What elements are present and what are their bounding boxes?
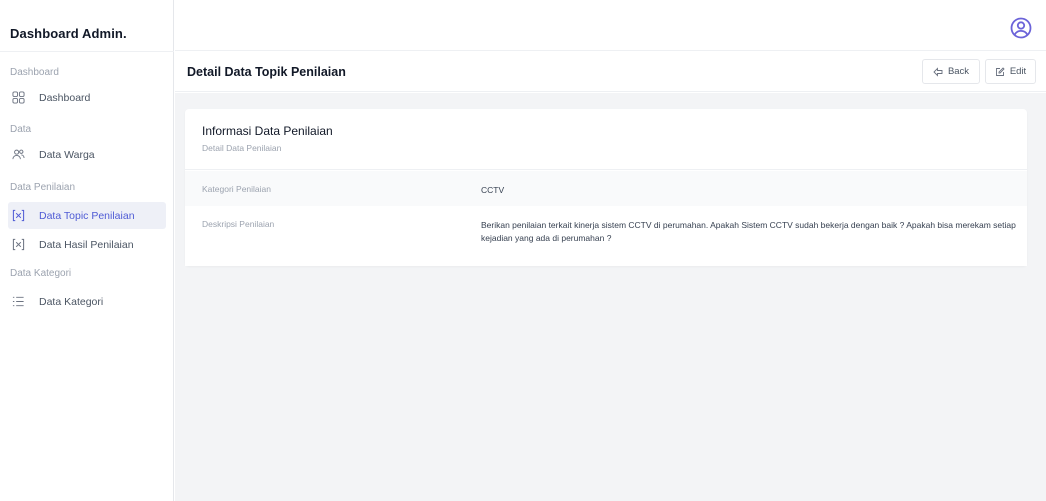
edit-button[interactable]: Edit	[985, 59, 1036, 84]
back-button[interactable]: Back	[922, 59, 980, 84]
row-value: Berikan penilaian terkait kinerja sistem…	[481, 220, 1016, 243]
bracket-x-icon	[11, 209, 25, 223]
divider	[0, 51, 174, 52]
sidebar-item-data-warga[interactable]: Data Warga	[8, 141, 166, 168]
card-header: Informasi Data Penilaian Detail Data Pen…	[185, 109, 1027, 170]
sidebar-item-label: Dashboard	[39, 91, 91, 104]
detail-row: Deskripsi Penilaian Berikan penilaian te…	[185, 206, 1027, 266]
edit-icon	[995, 66, 1005, 76]
bracket-x-icon	[11, 238, 25, 252]
sidebar-item-data-topic-penilaian[interactable]: Data Topic Penilaian	[8, 202, 166, 229]
back-arrow-icon	[933, 66, 943, 77]
sidebar-item-label: Data Kategori	[39, 295, 104, 308]
main-content: Informasi Data Penilaian Detail Data Pen…	[175, 93, 1046, 501]
sidebar-item-label: Data Warga	[39, 148, 95, 161]
sidebar-item-data-hasil-penilaian[interactable]: Data Hasil Penilaian	[8, 231, 166, 258]
detail-card: Informasi Data Penilaian Detail Data Pen…	[185, 109, 1027, 266]
sidebar-item-data-kategori[interactable]: Data Kategori	[8, 288, 166, 315]
list-icon	[11, 295, 25, 309]
row-value: CCTV	[481, 185, 505, 195]
sidebar: Dashboard Admin. Dashboard Dashboard Dat…	[0, 0, 174, 501]
grid-icon	[11, 91, 25, 105]
back-label: Back	[947, 66, 970, 77]
detail-row: Kategori Penilaian CCTV	[185, 171, 1027, 206]
sidebar-item-dashboard[interactable]: Dashboard	[8, 84, 166, 111]
edit-label: Edit	[1009, 66, 1027, 77]
section-data-title: Data	[10, 124, 32, 135]
card-title: Informasi Data Penilaian	[202, 124, 333, 138]
section-dashboard-title: Dashboard	[10, 67, 59, 78]
sidebar-item-label: Data Topic Penilaian	[39, 209, 135, 222]
row-label: Kategori Penilaian	[202, 184, 271, 194]
page-header: Detail Data Topik Penilaian Back Edit	[175, 52, 1046, 92]
page-title: Detail Data Topik Penilaian	[187, 65, 346, 79]
sidebar-item-label: Data Hasil Penilaian	[39, 238, 134, 251]
users-icon	[11, 148, 25, 162]
user-avatar-icon[interactable]	[1010, 17, 1032, 39]
card-subtitle: Detail Data Penilaian	[202, 143, 282, 153]
section-data-kategori-title: Data Kategori	[10, 268, 72, 279]
brand-title: Dashboard Admin.	[10, 26, 127, 41]
row-label: Deskripsi Penilaian	[202, 219, 275, 229]
section-data-penilaian-title: Data Penilaian	[10, 182, 76, 193]
topbar	[175, 0, 1046, 51]
